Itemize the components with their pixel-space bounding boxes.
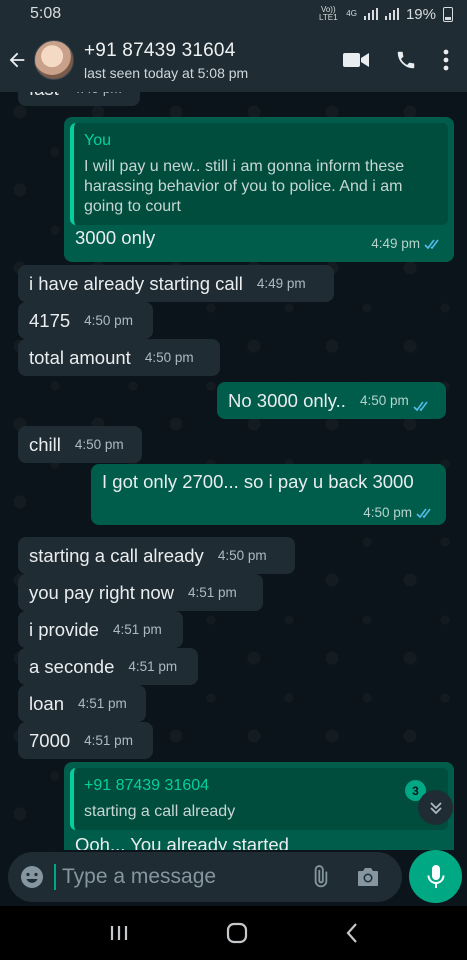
message-time: 4:51 pm [188,585,237,600]
message-bubble[interactable]: +91 87439 31604 starting a call already … [64,762,454,850]
message-bubble[interactable]: loan 4:51 pm [18,685,146,722]
message-text: 7000 [29,730,71,751]
status-time: 5:08 [30,5,62,22]
message-time: 4:50 pm [363,505,412,520]
message-text: 3000 only [75,227,156,248]
message-bubble[interactable]: you pay right now 4:51 pm [18,574,263,611]
message-text: I got only 2700... so i pay u back 3000 [102,471,414,492]
quoted-message[interactable]: You I will pay u new.. still i am gonna … [70,123,448,225]
battery-icon [443,6,453,22]
contact-name: +91 87439 31604 [84,39,236,61]
microphone-icon [427,864,444,888]
paperclip-icon[interactable] [308,865,332,889]
chevron-double-down-icon [429,801,442,814]
back-nav-icon[interactable] [345,922,359,944]
message-bubble[interactable]: total amount 4:50 pm [18,339,220,376]
composer [0,850,467,904]
quoted-message[interactable]: +91 87439 31604 starting a call already [70,768,448,830]
message-time: 4:50 pm [144,350,194,365]
recent-apps-icon[interactable] [108,924,130,942]
message-time: 4:50 pm [359,393,409,408]
video-camera-icon[interactable] [343,51,369,69]
more-vert-icon[interactable] [443,49,449,71]
message-time: 4:49 pm [73,92,122,100]
message-bubble[interactable]: 4175 4:50 pm [18,302,153,339]
quote-text: I will pay u new.. still i am gonna info… [84,158,405,215]
avatar[interactable] [34,40,74,80]
signal-icon [363,8,378,20]
volte-indicator: Vo)) LTE1 [319,5,338,22]
system-nav-bar [0,906,467,960]
signal-icon-2 [384,8,399,20]
arrow-left-icon [9,52,25,68]
message-text: i have already starting call [29,273,243,294]
message-bubble[interactable]: a seconde 4:51 pm [18,648,198,685]
message-time: 4:49 pm [256,276,306,291]
quote-author: You [84,132,111,149]
back-button[interactable] [0,28,34,92]
message-text: loan [29,693,64,714]
microphone-button[interactable] [409,850,462,903]
quote-text: starting a call already [84,803,236,820]
text-caret [54,864,56,890]
message-time: 4:50 pm [74,437,124,452]
message-text: chill [29,434,61,455]
camera-icon[interactable] [356,866,380,888]
message-bubble[interactable]: i provide 4:51 pm [18,611,183,648]
message-bubble[interactable]: chill 4:50 pm [18,426,142,463]
chat-area[interactable]: fast 4:49 pm You I will pay u new.. stil… [0,92,467,850]
message-text: total amount [29,347,131,368]
last-seen: last seen today at 5:08 pm [84,64,249,81]
message-time: 4:51 pm [77,696,127,711]
message-text: i provide [29,619,99,640]
message-bubble[interactable]: I got only 2700... so i pay u back 3000 4… [91,464,446,525]
message-input[interactable] [62,865,302,889]
message-bubble[interactable]: No 3000 only.. 4:50 pm [217,382,446,419]
message-text: you pay right now [29,582,175,603]
message-text: a seconde [29,656,115,677]
message-bubble[interactable]: 7000 4:51 pm [18,722,153,759]
emoji-icon[interactable] [20,865,44,889]
scroll-down-button[interactable] [418,790,453,825]
message-bubble[interactable]: i have already starting call 4:49 pm [18,265,334,302]
message-time: 4:51 pm [128,659,178,674]
battery-percent: 19% [405,5,436,23]
message-text: 4175 [29,310,71,331]
message-time: 4:49 pm [371,236,420,251]
phone-icon[interactable] [395,49,417,71]
quote-author: +91 87439 31604 [84,777,210,794]
message-text: fast [29,92,59,100]
message-bubble[interactable]: starting a call already 4:50 pm [18,537,295,574]
home-icon[interactable] [226,922,248,944]
message-time: 4:50 pm [84,313,133,328]
network-type: 4G [346,9,357,18]
contact-info[interactable]: +91 87439 31604 last seen today at 5:08 … [84,40,343,81]
message-input-box[interactable] [8,852,402,902]
message-time: 4:51 pm [112,622,162,637]
double-check-icon [413,401,428,412]
message-text: No 3000 only.. [228,390,346,411]
chat-header: +91 87439 31604 last seen today at 5:08 … [0,28,467,92]
message-text: starting a call already [29,545,204,566]
message-text: Ooh... You already started [75,834,289,850]
message-time: 4:50 pm [217,548,267,563]
message-bubble[interactable]: fast 4:49 pm [18,92,140,106]
message-bubble[interactable]: You I will pay u new.. still i am gonna … [64,117,454,262]
double-check-icon [416,508,431,518]
double-check-icon [424,239,439,249]
status-bar: 5:08 Vo)) LTE1 4G 19% [0,0,467,28]
message-time: 4:51 pm [84,733,133,748]
